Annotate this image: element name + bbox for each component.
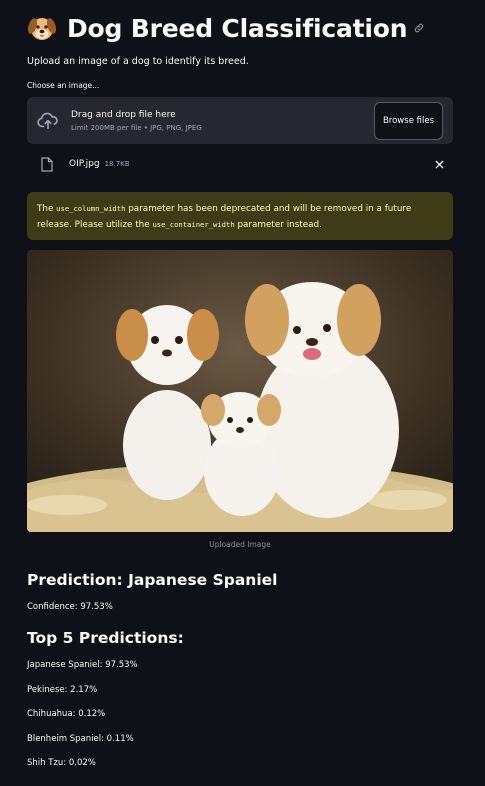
file-name: OIP.jpg — [69, 159, 100, 169]
prediction-confidence: Confidence: 97.53% — [27, 602, 113, 612]
dropzone-text: Drag and drop file here Limit 200MB per … — [71, 110, 374, 132]
browse-files-button[interactable]: Browse files — [373, 101, 443, 140]
uploaded-file-row: OIP.jpg 18.7KB — [27, 146, 453, 182]
subtitle: Upload an image of a dog to identify its… — [27, 56, 249, 67]
link-icon[interactable] — [413, 22, 425, 34]
dropzone-limit: Limit 200MB per file • JPG, PNG, JPEG — [71, 123, 202, 132]
image-caption: Uploaded Image — [209, 540, 271, 549]
file-size: 18.7KB — [104, 160, 130, 168]
list-item: Shih Tzu: 0.02% — [27, 758, 96, 768]
warning-text-end: parameter instead. — [234, 220, 322, 230]
cloud-upload-icon — [37, 110, 59, 132]
dog-photo — [27, 250, 453, 532]
warning-code-container-width: use_container_width — [152, 220, 235, 229]
list-item: Chihuahua: 0.12% — [27, 709, 106, 719]
warning-text-start: The — [37, 204, 57, 214]
deprecation-warning: The use_column_width parameter has been … — [27, 192, 453, 240]
top5-list: Japanese Spaniel: 97.53% Pekinese: 2.17%… — [27, 656, 453, 779]
list-item: Blenheim Spaniel: 0.11% — [27, 733, 134, 744]
prediction-heading: Prediction: Japanese Spaniel — [27, 571, 278, 589]
list-item: Pekinese: 2.17% — [27, 684, 98, 695]
file-dropzone[interactable]: Drag and drop file here Limit 200MB per … — [27, 97, 453, 144]
app-page: Dog Breed Classification Upload an image… — [0, 0, 485, 786]
close-icon[interactable] — [433, 158, 445, 170]
dropzone-instruction: Drag and drop file here — [71, 109, 176, 120]
file-icon — [41, 156, 55, 172]
title-row: Dog Breed Classification — [27, 0, 453, 54]
dog-face-icon — [27, 13, 57, 43]
warning-code-column-width: use_column_width — [56, 204, 126, 213]
list-item: Japanese Spaniel: 97.53% — [27, 660, 138, 670]
uploaded-image — [27, 250, 453, 532]
uploader-label: Choose an image... — [27, 81, 100, 90]
top5-heading: Top 5 Predictions: — [27, 629, 184, 647]
page-title: Dog Breed Classification — [67, 13, 408, 43]
